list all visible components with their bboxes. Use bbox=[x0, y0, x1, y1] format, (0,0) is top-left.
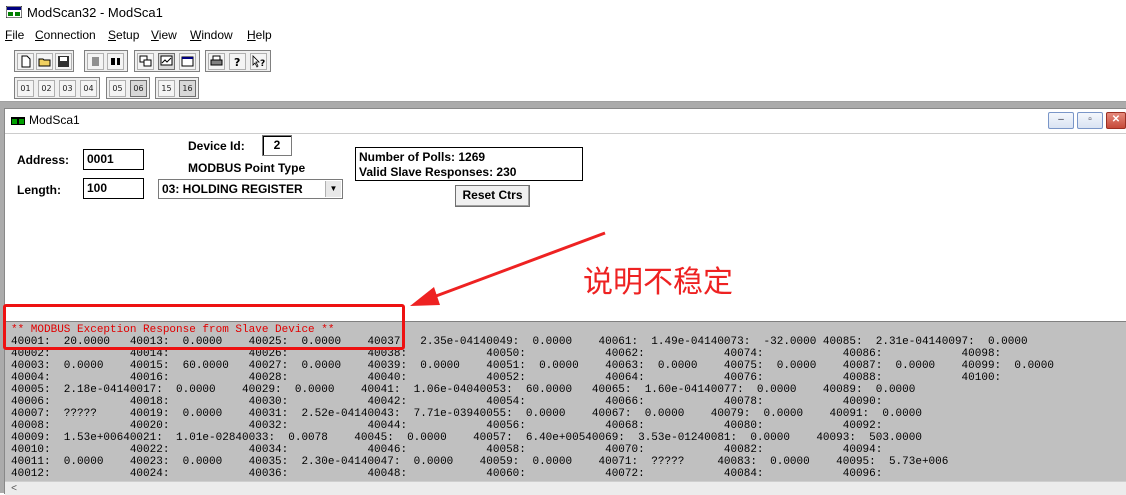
print-icon[interactable] bbox=[208, 53, 225, 70]
menu-view-mnemonic: V bbox=[151, 28, 159, 42]
connect-icon[interactable] bbox=[87, 53, 104, 70]
close-button[interactable]: ✕ bbox=[1106, 112, 1126, 129]
write-registers-16-icon[interactable]: 16 bbox=[179, 80, 196, 97]
menu-connection[interactable]: Connection bbox=[35, 28, 96, 42]
menu-setup-mnemonic: S bbox=[108, 28, 117, 42]
data-row: 40010: 40022: 40034: 40046: 40058: 40070… bbox=[11, 444, 883, 456]
polls-count: Number of Polls: 1269 bbox=[359, 150, 486, 164]
menu-bar: File Connection Setup View Window Help bbox=[0, 26, 1126, 46]
write-register-06-icon[interactable]: 06 bbox=[130, 80, 147, 97]
child-title-bar[interactable]: ModSca1 – ▫ ✕ bbox=[5, 109, 1126, 134]
child-window-title: ModSca1 bbox=[29, 113, 80, 127]
menu-help-mnemonic: H bbox=[247, 28, 256, 42]
display-toolbar-group bbox=[134, 50, 200, 72]
menu-window-label: indow bbox=[201, 28, 233, 42]
input-status-02-icon[interactable]: 02 bbox=[38, 80, 55, 97]
save-icon[interactable] bbox=[55, 53, 72, 70]
svg-text:?: ? bbox=[234, 56, 240, 69]
reset-counters-button[interactable]: Reset Ctrs bbox=[455, 185, 530, 207]
read-function-toolbar-group: 01 02 03 04 bbox=[14, 77, 100, 99]
app-icon bbox=[6, 6, 22, 18]
data-row: 40004: 40016: 40028: 40040: 40052: 40064… bbox=[11, 372, 1002, 384]
app-title: ModScan32 - ModSca1 bbox=[27, 5, 163, 20]
data-row: 40012: 40024: 40036: 40048: 40060: 40072… bbox=[11, 468, 883, 480]
coil-01-icon[interactable]: 01 bbox=[17, 80, 34, 97]
menu-setup-label: etup bbox=[116, 28, 140, 42]
connection-toolbar-group bbox=[84, 50, 128, 72]
length-label: Length: bbox=[17, 183, 61, 197]
data-row: 40007: ????? 40019: 0.0000 40031: 2.52e-… bbox=[11, 408, 922, 420]
context-help-icon[interactable]: ? bbox=[250, 53, 267, 70]
window-icon[interactable] bbox=[179, 53, 196, 70]
address-field[interactable]: 0001 bbox=[83, 149, 144, 170]
menu-view[interactable]: View bbox=[151, 28, 177, 42]
menu-view-label: iew bbox=[158, 28, 177, 42]
menu-connection-label: onnection bbox=[43, 28, 96, 42]
data-row: 40008: 40020: 40032: 40044: 40056: 40068… bbox=[11, 420, 883, 432]
device-id-label: Device Id: bbox=[188, 139, 245, 153]
menu-connection-mnemonic: C bbox=[35, 28, 44, 42]
data-row: 40005: 2.18e-04140017: 0.0000 40029: 0.0… bbox=[11, 384, 916, 396]
menu-file-label: ile bbox=[12, 28, 25, 42]
menu-window-mnemonic: W bbox=[190, 28, 202, 42]
input-register-03-icon[interactable]: 03 bbox=[59, 80, 76, 97]
write-multiple-toolbar-group: 15 16 bbox=[155, 77, 199, 99]
menu-setup[interactable]: Setup bbox=[108, 28, 139, 42]
maximize-button[interactable]: ▫ bbox=[1077, 112, 1103, 129]
data-row: 40009: 1.53e+00640021: 1.01e-02840033: 0… bbox=[11, 432, 922, 444]
menu-help[interactable]: Help bbox=[247, 28, 272, 42]
annotation-highlight-box bbox=[3, 304, 405, 350]
app-title-bar: ModScan32 - ModSca1 bbox=[0, 0, 1126, 26]
help-toolbar-group: ? ? bbox=[205, 50, 271, 72]
menu-file[interactable]: File bbox=[5, 28, 24, 42]
length-field[interactable]: 100 bbox=[83, 178, 144, 199]
help-icon[interactable]: ? bbox=[229, 53, 246, 70]
new-file-icon[interactable] bbox=[17, 53, 34, 70]
point-type-value: 03: HOLDING REGISTER bbox=[162, 182, 303, 196]
write-single-toolbar-group: 05 06 bbox=[106, 77, 150, 99]
open-folder-icon[interactable] bbox=[36, 53, 53, 70]
display-options-icon[interactable] bbox=[137, 53, 154, 70]
disconnect-icon[interactable] bbox=[107, 53, 124, 70]
holding-register-04-icon[interactable]: 04 bbox=[80, 80, 97, 97]
graph-icon[interactable] bbox=[158, 53, 175, 70]
data-row: 40006: 40018: 40030: 40042: 40054: 40066… bbox=[11, 396, 883, 408]
poll-counter-box: Number of Polls: 1269 Valid Slave Respon… bbox=[355, 147, 583, 181]
chevron-down-icon[interactable]: ▼ bbox=[325, 181, 341, 197]
scroll-left-icon[interactable]: < bbox=[7, 483, 21, 494]
data-row: 40003: 0.0000 40015: 60.0000 40027: 0.00… bbox=[11, 360, 1054, 372]
menu-window[interactable]: Window bbox=[190, 28, 233, 42]
menu-help-label: elp bbox=[255, 28, 272, 42]
file-toolbar-group bbox=[14, 50, 74, 72]
point-type-label: MODBUS Point Type bbox=[188, 161, 306, 175]
minimize-button[interactable]: – bbox=[1048, 112, 1074, 129]
address-label: Address: bbox=[17, 153, 70, 167]
child-window-icon bbox=[11, 117, 25, 125]
device-id-field[interactable]: 2 bbox=[262, 135, 292, 156]
valid-responses-count: Valid Slave Responses: 230 bbox=[359, 165, 517, 179]
svg-text:?: ? bbox=[260, 59, 265, 69]
write-coil-05-icon[interactable]: 05 bbox=[109, 80, 126, 97]
write-coils-15-icon[interactable]: 15 bbox=[158, 80, 175, 97]
point-type-select[interactable]: 03: HOLDING REGISTER ▼ bbox=[158, 179, 343, 199]
annotation-text: 说明不稳定 bbox=[583, 265, 733, 300]
data-row: 40011: 0.0000 40023: 0.0000 40035: 2.30e… bbox=[11, 456, 949, 468]
